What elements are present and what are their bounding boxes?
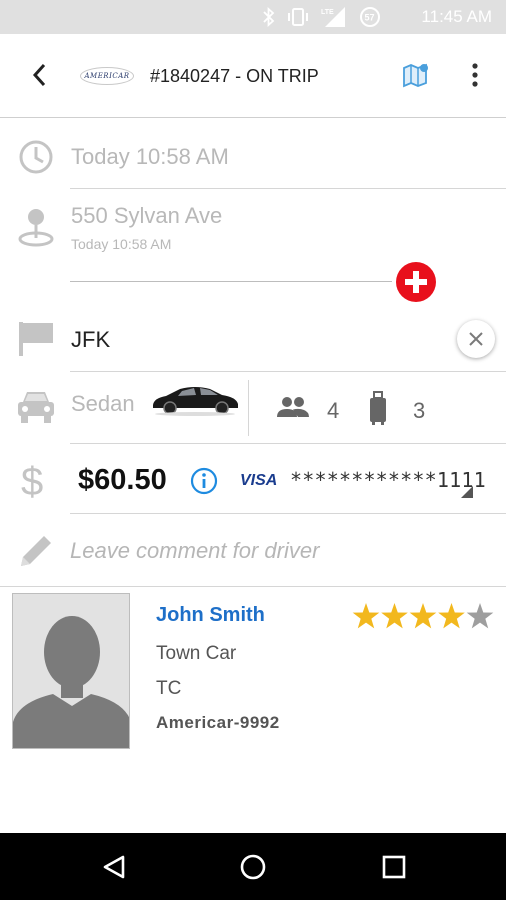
pencil-icon	[21, 536, 51, 566]
passengers-icon	[277, 397, 309, 417]
divider	[70, 188, 506, 189]
battery-icon: 57	[360, 7, 380, 27]
driver-name[interactable]: John Smith	[156, 604, 265, 627]
passenger-count[interactable]: 4	[327, 398, 339, 424]
divider	[70, 513, 506, 514]
driver-car: Town Car	[156, 643, 237, 664]
star-filled-icon	[438, 603, 465, 629]
nav-home-icon[interactable]	[239, 853, 267, 881]
clear-destination-button[interactable]	[457, 320, 495, 358]
map-icon[interactable]	[402, 62, 430, 88]
battery-level: 57	[365, 13, 375, 23]
clock-icon	[19, 140, 53, 174]
dollar-icon: $	[21, 460, 43, 500]
vertical-divider	[248, 380, 249, 436]
svg-text:$: $	[21, 460, 43, 500]
trip-price: $60.50	[78, 464, 167, 496]
bluetooth-icon	[263, 7, 275, 27]
app-bar: AMERICAR #1840247 - ON TRIP	[0, 34, 506, 118]
back-arrow-icon[interactable]	[26, 60, 56, 90]
card-number-select[interactable]: ************1111	[290, 468, 486, 492]
nav-back-icon[interactable]	[101, 854, 127, 880]
driver-rating	[352, 603, 494, 629]
dropdown-corner-icon	[461, 486, 473, 498]
nav-recents-icon[interactable]	[382, 855, 406, 879]
status-icons: LTE 57	[263, 6, 381, 28]
destination-input[interactable]: JFK	[71, 327, 110, 353]
info-icon[interactable]	[190, 467, 218, 495]
driver-avatar	[12, 593, 130, 749]
pickup-address[interactable]: 550 Sylvan Ave	[71, 203, 222, 229]
visa-logo: VISA	[240, 472, 278, 489]
status-time: 11:45 AM	[421, 7, 492, 26]
person-silhouette-icon	[13, 616, 129, 748]
add-stop-button[interactable]	[396, 262, 436, 302]
driver-section	[0, 586, 506, 587]
driver-class: TC	[156, 678, 182, 699]
flag-icon	[19, 322, 53, 356]
vehicle-type[interactable]: Sedan	[71, 391, 135, 417]
signal-lte-icon: LTE	[321, 7, 345, 27]
pin-icon	[18, 209, 54, 247]
divider	[70, 443, 506, 444]
luggage-count[interactable]: 3	[413, 398, 425, 424]
driver-id: Americar-9992	[156, 713, 280, 732]
vibrate-icon	[288, 8, 308, 26]
system-nav-bar	[0, 833, 506, 900]
driver-comment-input[interactable]: Leave comment for driver	[70, 538, 319, 564]
trip-title: #1840247 - ON TRIP	[150, 66, 319, 86]
status-bar: LTE 57 11:45 AM	[0, 0, 506, 34]
overflow-menu-icon[interactable]	[465, 60, 485, 90]
pickup-address-time: Today 10:58 AM	[71, 236, 172, 252]
close-icon	[469, 332, 483, 346]
divider	[70, 371, 506, 372]
luggage-icon	[370, 391, 386, 425]
network-label: LTE	[321, 9, 334, 16]
americar-logo: AMERICAR	[80, 67, 134, 85]
car-icon	[18, 392, 54, 423]
pickup-time[interactable]: Today 10:58 AM	[71, 144, 229, 170]
sedan-image	[153, 387, 238, 416]
star-filled-icon	[352, 603, 380, 629]
star-filled-icon	[381, 603, 408, 629]
star-filled-icon	[409, 603, 437, 629]
star-empty-icon	[466, 603, 494, 629]
divider	[70, 281, 392, 282]
